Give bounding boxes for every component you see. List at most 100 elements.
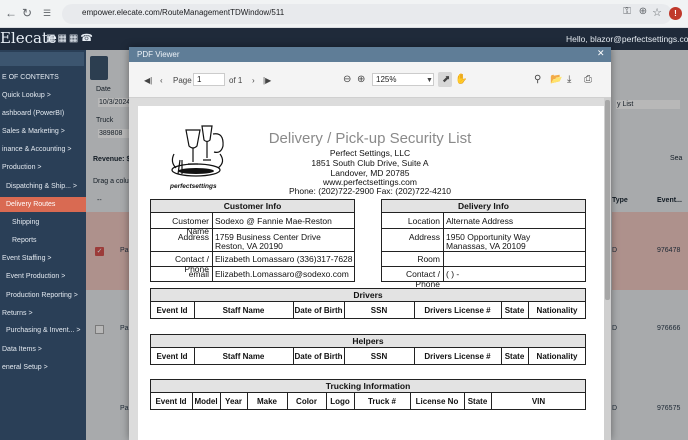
sidebar-item[interactable]: Reports [0,233,86,248]
logo-wordmark: perfectsettings [170,183,217,190]
zoom-out-icon[interactable]: ⊖ [343,74,351,85]
drivers-col-header: Nationality [536,306,578,315]
sidebar-item[interactable]: Shipping [0,215,86,230]
delivery-contact-label: Contact / Phone [405,269,440,289]
zoom-select[interactable]: 125% [372,73,434,86]
row-cell: Pa [120,247,129,254]
trucking-col-header: VIN [531,397,546,406]
delivery-address-label: Address [408,232,440,242]
row-event-cell: 976478 [657,247,681,254]
print-icon[interactable]: ⎙ [584,74,592,85]
sidebar-item[interactable]: Production Reporting > [0,288,86,303]
sidebar-item[interactable]: Quick Lookup > [0,88,86,103]
search-icon[interactable]: ⚲ [534,74,541,85]
key-icon[interactable]: ⚿ [620,6,634,17]
drivers-col-header: State [504,306,525,315]
customer-address-label: Address [177,232,209,242]
zoom-in-icon[interactable]: ⊕ [357,74,365,85]
trucking-col-header: State [467,397,488,406]
drivers-col-header: Date of Birth [294,306,343,315]
sidebar-item[interactable]: Delivery Routes [0,197,86,212]
open-file-icon[interactable]: 📂 [550,74,562,85]
sidebar-item[interactable]: Dispatching & Ship... > [0,179,86,194]
chevron-down-icon: ▼ [426,77,433,84]
company-address-1: 1851 South Club Drive, Suite A [311,158,429,168]
customer-name-value: Sodexo @ Fannie Mae-Reston [215,216,332,226]
helpers-col-header: SSN [370,352,388,361]
sidebar-item[interactable]: E OF CONTENTS [0,70,86,85]
scrollbar-thumb[interactable] [605,100,610,300]
divider [382,266,585,267]
sidebar-search-input[interactable] [0,52,84,66]
sidebar-item[interactable]: eneral Setup > [0,360,86,375]
back-icon[interactable]: ← [4,6,18,20]
company-logo [171,125,224,177]
row-event-cell: 976575 [657,405,681,412]
customer-contact-value: Elizabeth Lomassaro (336)317-7628 [215,254,353,264]
delivery-room-label: Room [417,254,440,264]
sidebar-item[interactable]: Event Production > [0,269,86,284]
row-type-cell: D [612,325,618,332]
drivers-heading: Drivers [151,289,585,302]
header-shortcut-icons[interactable]: ▦▦▦☎ [46,33,95,44]
sidebar-item[interactable]: Event Staffing > [0,251,86,266]
customer-email-label: email [188,269,209,279]
screen: ← ↻ ☰ empower.elecate.com/RouteManagemen… [0,0,688,440]
row-type-cell: D [612,405,618,412]
delivery-location-value: Alternate Address [446,216,514,226]
trucking-heading: Trucking Information [151,380,585,393]
delivery-address-line2: Manassas, VA 20109 [446,241,526,251]
row-cell: Pa [120,405,129,412]
next-page-icon[interactable]: › [252,76,255,85]
zoom-icon[interactable]: ⊕ [636,6,650,17]
page-count: of 1 [229,76,243,85]
trucking-col-header: License No [415,397,459,406]
sidebar-item[interactable]: Returns > [0,306,86,321]
divider [382,228,585,229]
row-event-cell: 976666 [657,325,681,332]
helpers-col-header: Event Id [156,352,188,361]
sidebar-item[interactable]: ashboard (PowerBI) [0,106,86,121]
helpers-col-header: Staff Name [222,352,265,361]
reload-icon[interactable]: ↻ [20,6,34,20]
row-type-cell: D [612,247,618,254]
trucking-col-header: Color [296,397,317,406]
sidebar-item[interactable]: Production > [0,160,86,175]
drivers-col-header: Drivers License # [424,306,491,315]
pdf-viewer-titlebar[interactable] [129,47,611,62]
sidebar-item[interactable]: inance & Accounting > [0,142,86,157]
close-icon[interactable]: ✕ [597,48,605,59]
profile-icon[interactable]: ! [669,7,682,20]
last-page-icon[interactable]: |▶ [263,76,271,85]
delivery-location-label: Location [407,216,440,226]
page-label: Page [173,76,192,85]
divider [382,251,585,252]
trucking-col-header: Make [256,397,277,406]
helpers-col-header: Drivers License # [424,352,491,361]
row-cell: Pa [120,325,129,332]
first-page-icon[interactable]: ◀​| [144,76,152,85]
helpers-col-header: Date of Birth [294,352,343,361]
sidebar-item[interactable]: Data Items > [0,342,86,357]
bookmark-star-icon[interactable]: ☆ [650,6,664,19]
drivers-col-header: Event Id [156,306,188,315]
download-icon[interactable]: ⤓ [567,74,571,85]
site-info-icon[interactable]: ☰ [40,8,54,19]
trucking-col-header: Model [194,397,218,406]
page-number-input[interactable]: 1 [193,73,225,86]
trucking-col-header: Logo [330,397,350,406]
pan-hand-icon[interactable]: ✋ [455,74,467,85]
prev-page-icon[interactable]: ‹ [160,76,163,85]
drivers-col-header: Staff Name [222,306,265,315]
drivers-col-header: SSN [370,306,388,315]
sidebar-item[interactable]: Sales & Marketing > [0,124,86,139]
trucking-col-header: Truck # [367,397,396,406]
document-title: Delivery / Pick-up Security List [268,130,472,147]
sidebar-item[interactable]: Purchasing & Invent... > [0,323,86,338]
customer-email-value: Elizabeth.Lomassaro@sodexo.com [215,269,349,279]
pointer-icon: ⬈ [442,74,451,85]
customer-info-heading: Customer Info [151,200,354,213]
trucking-col-header: Event Id [155,397,187,406]
company-phone: Phone: (202)722-2900 Fax: (202)722-4210 [288,186,452,196]
user-greeting: Hello, blazor@perfectsettings.com! [566,34,688,44]
